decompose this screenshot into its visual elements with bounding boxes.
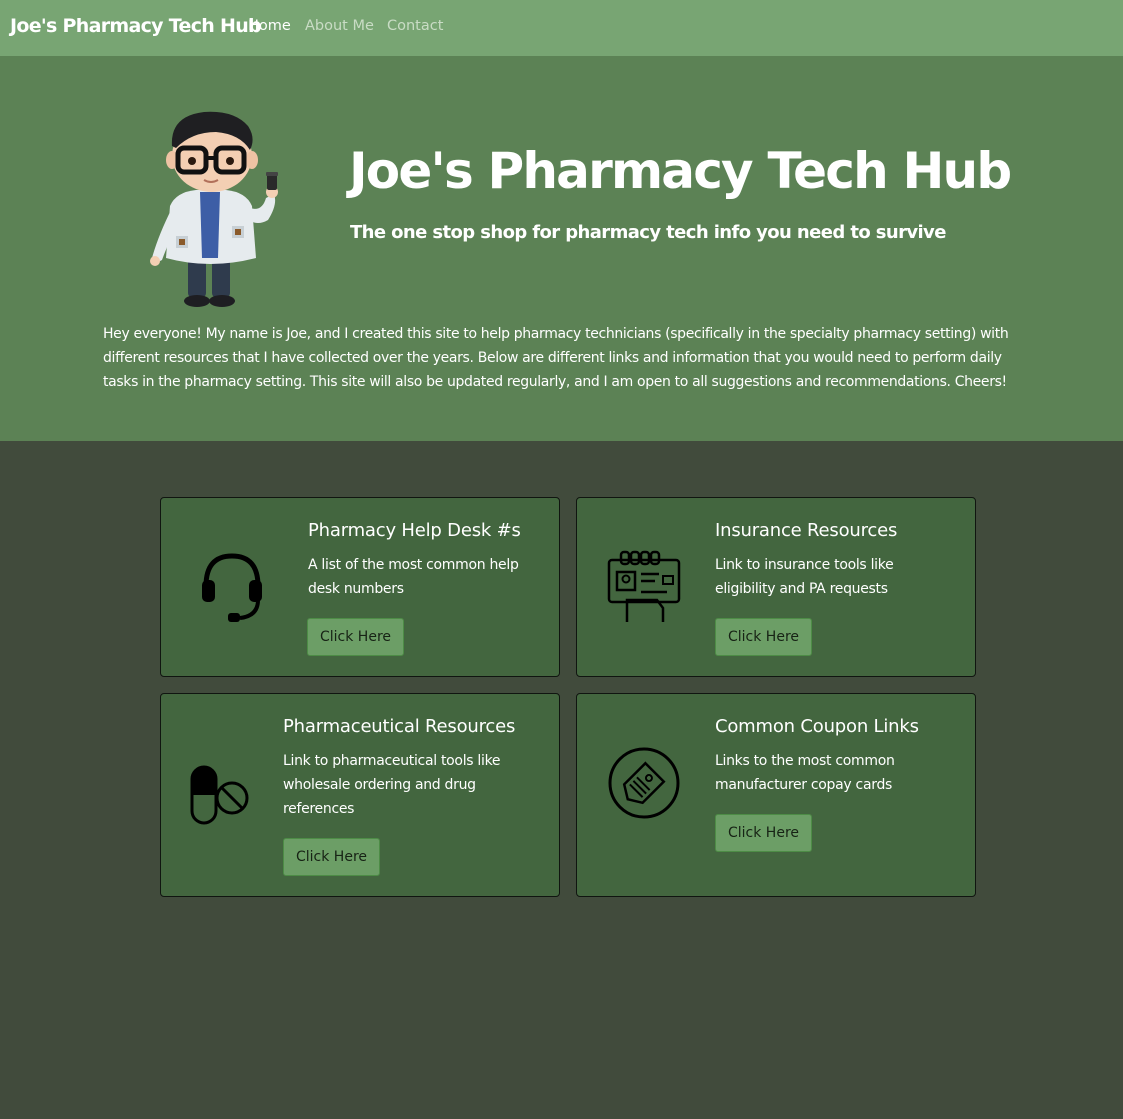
card-text: Link to pharmaceutical tools like wholes… — [283, 753, 501, 817]
navbar-brand[interactable]: Joe's Pharmacy Tech Hub — [10, 15, 262, 37]
insurance-card-icon — [607, 550, 681, 622]
headset-icon — [202, 553, 262, 622]
hero-section: Joe's Pharmacy Tech Hub The one stop sho… — [0, 56, 1123, 441]
card-title: Insurance Resources — [715, 520, 898, 541]
insurance-click-here-button[interactable]: Click Here — [715, 618, 813, 656]
pill-icon — [190, 765, 249, 825]
card-pharmaceutical: Pharmaceutical Resources Link to pharmac… — [160, 693, 560, 897]
nav-link-contact[interactable]: Contact — [387, 18, 443, 34]
hero-subtitle: The one stop shop for pharmacy tech info… — [350, 222, 946, 243]
card-help-desk: Pharmacy Help Desk #s A list of the most… — [160, 497, 560, 677]
coupon-click-here-button[interactable]: Click Here — [715, 814, 813, 852]
pharmaceutical-click-here-button[interactable]: Click Here — [283, 838, 381, 876]
page-title: Joe's Pharmacy Tech Hub — [349, 142, 1012, 200]
card-title: Pharmacy Help Desk #s — [308, 520, 521, 541]
card-text: Links to the most common manufacturer co… — [715, 753, 895, 793]
card-text: Link to insurance tools like eligibility… — [715, 557, 894, 597]
nav-link-about-me[interactable]: About Me — [305, 18, 374, 34]
card-title: Common Coupon Links — [715, 716, 919, 737]
nav-link-home[interactable]: Home — [248, 18, 291, 34]
card-coupon: Common Coupon Links Links to the most co… — [576, 693, 976, 897]
card-text: A list of the most common help desk numb… — [308, 557, 519, 597]
pharmacist-avatar — [150, 111, 278, 307]
hero-intro-text: Hey everyone! My name is Joe, and I crea… — [103, 326, 1009, 390]
navbar: Joe's Pharmacy Tech Hub Home About Me Co… — [0, 0, 1123, 56]
coupon-tag-icon — [608, 747, 680, 819]
help-desk-click-here-button[interactable]: Click Here — [307, 618, 405, 656]
card-insurance: Insurance Resources Link to insurance to… — [576, 497, 976, 677]
card-title: Pharmaceutical Resources — [283, 716, 516, 737]
